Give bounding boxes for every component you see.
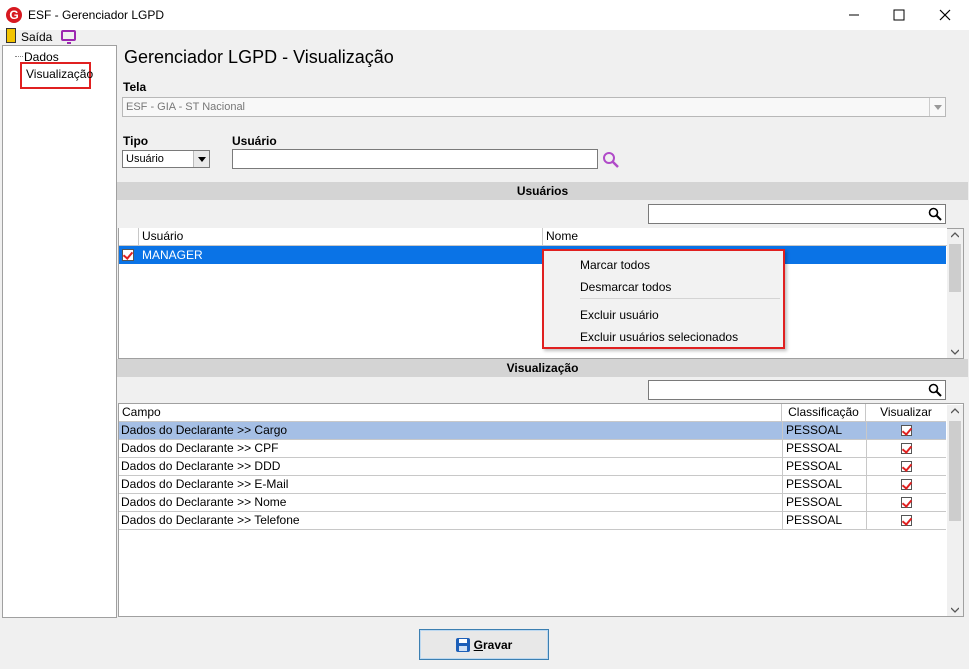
visualizar-checkbox[interactable] (901, 497, 912, 508)
visualizar-checkbox[interactable] (901, 515, 912, 526)
menu-item-marcar-todos[interactable]: Marcar todos (580, 258, 650, 272)
dropdown-arrow-icon (933, 104, 942, 110)
gravar-button[interactable]: Gravar (419, 629, 549, 660)
dropdown-arrow-icon (197, 156, 206, 162)
tela-label: Tela (123, 80, 147, 94)
visualizar-cell (866, 422, 946, 440)
table-row[interactable]: Dados do Declarante >> Telefone PESSOAL (119, 512, 946, 530)
search-icon[interactable] (602, 151, 620, 172)
column-header-nome[interactable]: Nome (543, 228, 947, 246)
visualizar-checkbox[interactable] (901, 443, 912, 454)
tree-connector (15, 56, 23, 57)
minimize-icon (849, 14, 859, 16)
visualizar-checkbox[interactable] (901, 425, 912, 436)
minimize-button[interactable] (831, 0, 877, 30)
maximize-icon (893, 9, 905, 21)
visualizacao-filter-input[interactable] (648, 380, 946, 400)
page-title: Gerenciador LGPD - Visualização (124, 47, 394, 67)
save-floppy-icon (455, 637, 470, 652)
menu-item-desmarcar-todos[interactable]: Desmarcar todos (580, 280, 671, 294)
column-header-campo[interactable]: Campo (119, 404, 782, 422)
menu-item-excluir-usuario[interactable]: Excluir usuário (580, 308, 659, 322)
scroll-down-icon[interactable] (951, 349, 959, 355)
menu-item-excluir-selecionados[interactable]: Excluir usuários selecionados (580, 330, 738, 344)
visualizar-cell (866, 512, 946, 530)
classificacao-cell: PESSOAL (782, 494, 866, 512)
visualizar-cell (866, 440, 946, 458)
classificacao-cell: PESSOAL (782, 422, 866, 440)
tela-select[interactable]: ESF - GIA - ST Nacional (122, 97, 946, 117)
scroll-down-icon[interactable] (951, 607, 959, 613)
classificacao-cell: PESSOAL (782, 440, 866, 458)
visualizacao-section-header: Visualização (117, 359, 968, 377)
close-icon (939, 9, 951, 21)
row-usuario-cell: MANAGER (142, 248, 203, 262)
campo-cell: Dados do Declarante >> DDD (121, 459, 281, 473)
app-logo-icon: G (6, 7, 22, 23)
menu-separator (580, 298, 780, 299)
table-row[interactable]: Dados do Declarante >> E-Mail PESSOAL (119, 476, 946, 494)
classificacao-cell: PESSOAL (782, 458, 866, 476)
search-icon[interactable] (928, 207, 942, 221)
saida-menu-item[interactable]: Saída (21, 30, 52, 44)
column-header-usuario[interactable]: Usuário (139, 228, 543, 246)
maximize-button[interactable] (876, 0, 922, 30)
close-button[interactable] (922, 0, 968, 30)
table-row[interactable]: Dados do Declarante >> CPF PESSOAL (119, 440, 946, 458)
column-header-classificacao[interactable]: Classificação (782, 404, 866, 422)
classificacao-cell: PESSOAL (782, 476, 866, 494)
row-checkbox[interactable] (122, 249, 134, 261)
campo-cell: Dados do Declarante >> Nome (121, 495, 287, 509)
context-menu: Marcar todos Desmarcar todos Excluir usu… (542, 249, 785, 349)
campo-cell: Dados do Declarante >> E-Mail (121, 477, 289, 491)
monitor-icon[interactable] (61, 30, 76, 44)
menu-bar (0, 30, 969, 45)
usuario-input[interactable] (232, 149, 598, 169)
gravar-mnemonic: G (473, 637, 483, 652)
table-row[interactable]: Dados do Declarante >> Cargo PESSOAL (119, 422, 946, 440)
navigation-tree (2, 45, 117, 618)
column-header-visualizar[interactable]: Visualizar (866, 404, 946, 422)
usuarios-section-header: Usuários (117, 182, 968, 200)
table-row[interactable] (119, 246, 946, 264)
table-row[interactable]: Dados do Declarante >> Nome PESSOAL (119, 494, 946, 512)
campo-cell: Dados do Declarante >> Telefone (121, 513, 300, 527)
usuarios-scroll-thumb[interactable] (949, 244, 961, 292)
exit-door-icon[interactable] (6, 28, 16, 43)
search-icon[interactable] (928, 383, 942, 397)
campo-cell: Dados do Declarante >> CPF (121, 441, 279, 455)
campo-cell: Dados do Declarante >> Cargo (121, 423, 288, 437)
tipo-dropdown-button[interactable] (193, 151, 209, 167)
visualizar-checkbox[interactable] (901, 461, 912, 472)
classificacao-cell: PESSOAL (782, 512, 866, 530)
scroll-up-icon[interactable] (951, 232, 959, 238)
visualizar-cell (866, 458, 946, 476)
visualizacao-scroll-thumb[interactable] (949, 421, 961, 521)
scroll-up-icon[interactable] (951, 408, 959, 414)
visualizar-checkbox[interactable] (901, 479, 912, 490)
column-header-check[interactable] (119, 228, 139, 246)
window-title: ESF - Gerenciador LGPD (28, 8, 165, 22)
visualizar-cell (866, 476, 946, 494)
tipo-label: Tipo (123, 134, 149, 148)
usuarios-filter-input[interactable] (648, 204, 946, 224)
table-row[interactable]: Dados do Declarante >> DDD PESSOAL (119, 458, 946, 476)
visualizar-cell (866, 494, 946, 512)
tree-item-visualizacao[interactable]: Visualização (26, 67, 93, 81)
usuario-label: Usuário (232, 134, 277, 148)
gravar-label: ravar (482, 637, 513, 652)
tela-dropdown-button[interactable] (929, 98, 945, 116)
